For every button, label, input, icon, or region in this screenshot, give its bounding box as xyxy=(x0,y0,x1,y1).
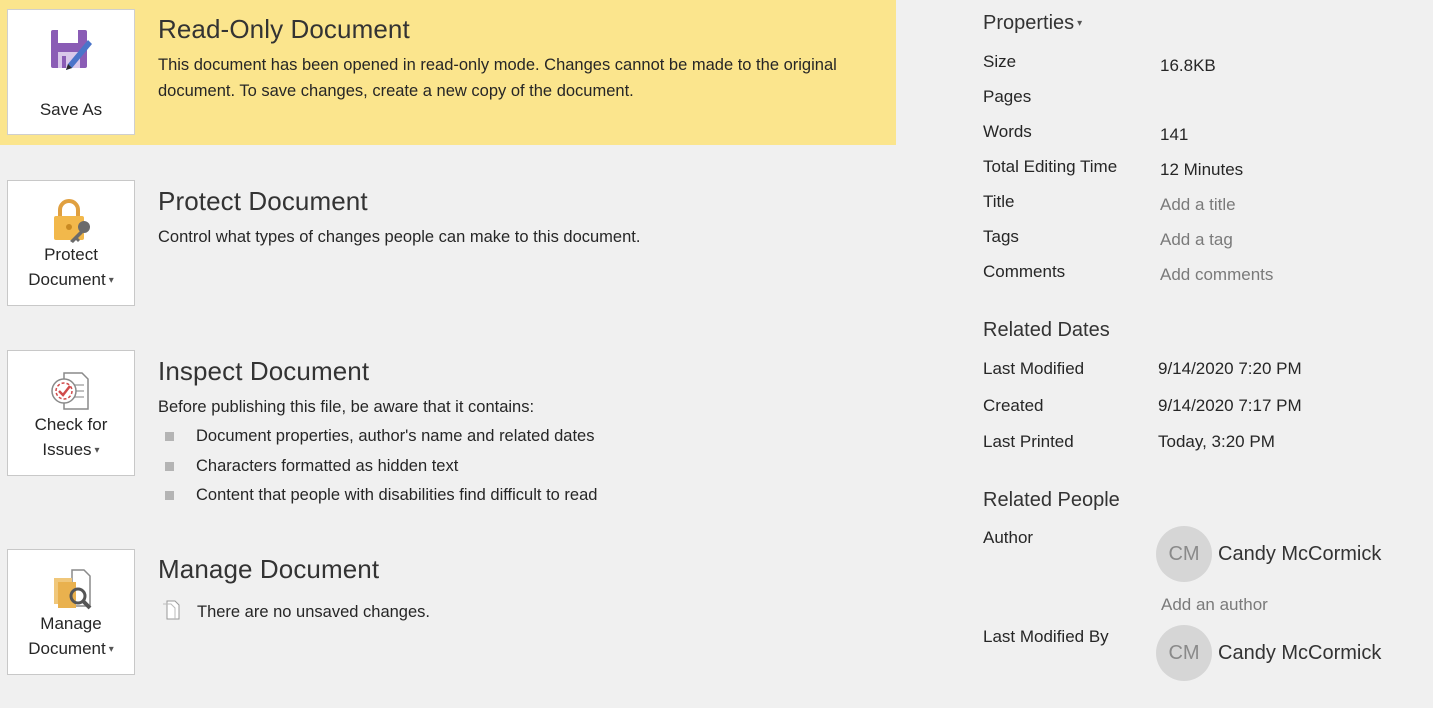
save-as-button[interactable]: Save As xyxy=(7,9,135,135)
inspect-document-section: Check for Issues ▾ Inspect Document Befor… xyxy=(0,340,896,510)
list-item: Content that people with disabilities fi… xyxy=(158,481,597,511)
list-item: Document properties, author's name and r… xyxy=(158,422,597,452)
document-icon xyxy=(162,600,180,625)
read-only-banner: Save As Read-Only Document This document… xyxy=(0,0,896,145)
inspect-document-title: Inspect Document xyxy=(158,356,370,386)
related-people-heading: Related People xyxy=(983,489,1120,511)
unsaved-changes-status: There are no unsaved changes. xyxy=(162,600,430,625)
manage-versions-icon xyxy=(48,566,94,617)
protect-document-section: Protect Document ▾ Protect Document Contr… xyxy=(0,170,896,310)
related-dates-heading: Related Dates xyxy=(983,319,1110,341)
title-field[interactable]: Add a title xyxy=(1160,195,1236,215)
last-modified-by-name: Candy McCormick xyxy=(1218,641,1382,664)
protect-document-title: Protect Document xyxy=(158,186,368,216)
check-for-issues-label-line2: Issues xyxy=(42,439,92,459)
author-person[interactable]: CM Candy McCormick xyxy=(1156,526,1381,582)
read-only-description: This document has been opened in read-on… xyxy=(158,56,837,100)
avatar: CM xyxy=(1156,526,1212,582)
save-as-label: Save As xyxy=(39,100,103,119)
properties-heading[interactable]: Properties ▾ xyxy=(983,12,1082,35)
lock-key-icon xyxy=(48,197,94,248)
dropdown-caret-icon: ▾ xyxy=(108,644,114,655)
avatar: CM xyxy=(1156,625,1212,681)
read-only-title: Read-Only Document xyxy=(158,14,410,44)
manage-document-title: Manage Document xyxy=(158,554,380,584)
last-modified-by-person[interactable]: CM Candy McCormick xyxy=(1156,625,1381,681)
author-name: Candy McCormick xyxy=(1218,542,1382,565)
list-item: Characters formatted as hidden text xyxy=(158,452,597,482)
dropdown-caret-icon: ▾ xyxy=(108,275,114,286)
bullet-square-icon xyxy=(165,461,174,471)
add-author-field[interactable]: Add an author xyxy=(1161,595,1268,615)
manage-document-label-line2: Document xyxy=(28,638,106,658)
save-as-icon xyxy=(48,26,94,77)
inspect-items-list: Document properties, author's name and r… xyxy=(158,422,597,511)
bullet-square-icon xyxy=(165,432,174,441)
bullet-square-icon xyxy=(165,491,174,500)
dropdown-caret-icon: ▾ xyxy=(94,445,100,456)
protect-document-description: Control what types of changes people can… xyxy=(158,228,641,246)
check-for-issues-button[interactable]: Check for Issues ▾ xyxy=(7,350,135,476)
dropdown-caret-icon: ▾ xyxy=(1077,18,1083,30)
comments-field[interactable]: Add comments xyxy=(1160,265,1273,285)
manage-document-button[interactable]: Manage Document ▾ xyxy=(7,549,135,675)
unsaved-changes-text: There are no unsaved changes. xyxy=(197,603,430,621)
inspect-document-description: Before publishing this file, be aware th… xyxy=(158,398,535,416)
manage-document-section: Manage Document ▾ Manage Document There a… xyxy=(0,538,896,688)
checklist-icon xyxy=(48,367,94,418)
protect-document-label-line2: Document xyxy=(28,269,106,289)
protect-document-button[interactable]: Protect Document ▾ xyxy=(7,180,135,306)
tags-field[interactable]: Add a tag xyxy=(1160,230,1233,250)
